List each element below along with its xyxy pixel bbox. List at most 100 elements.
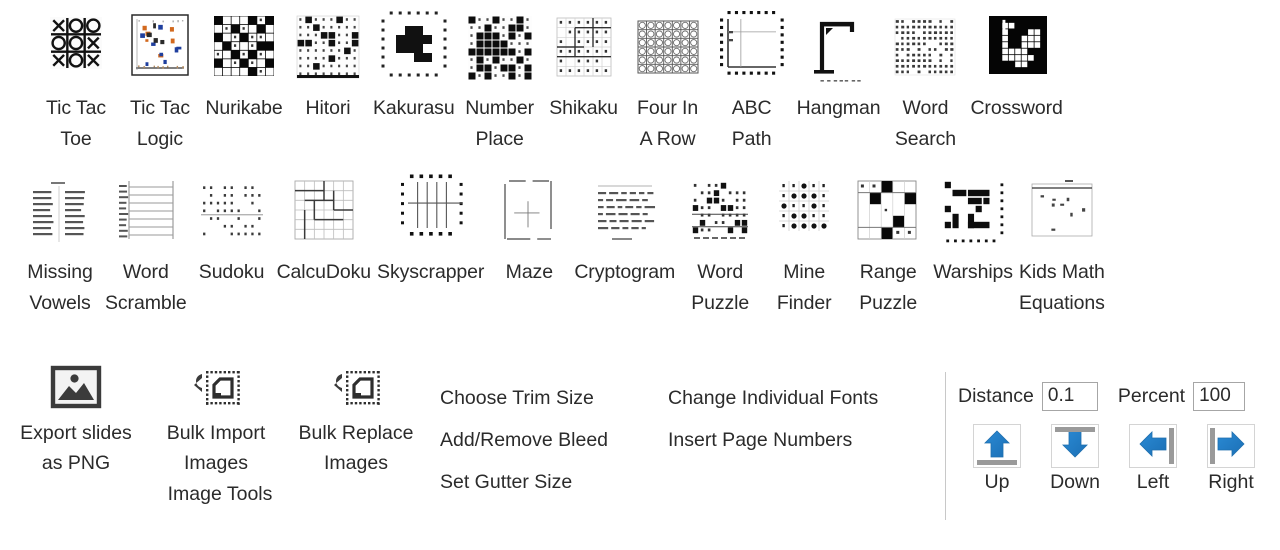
puzzle-item-word-puzzle[interactable]: Word Puzzle [678, 172, 762, 319]
puzzle-item-maze[interactable]: Maze [487, 172, 571, 288]
puzzle-item-hangman[interactable]: Hangman [794, 8, 884, 124]
puzzle-item-number-place[interactable]: Number Place [458, 8, 542, 155]
percent-input[interactable] [1193, 381, 1246, 411]
kids-math-equations-thumb [1022, 172, 1101, 252]
puzzle-item-crossword[interactable]: Crossword [967, 8, 1065, 124]
percent-label: Percent [1117, 384, 1186, 407]
nudge-arrow-label: Down [1050, 471, 1100, 493]
puzzle-item-label: Number Place [465, 97, 534, 150]
puzzle-item-label: Word Scramble [105, 261, 187, 314]
button-edge-bar [977, 460, 1017, 465]
calcudoku-thumb [284, 172, 363, 252]
four-in-a-row-thumb [628, 8, 707, 88]
puzzle-item-shikaku[interactable]: Shikaku [542, 8, 626, 124]
puzzle-item-missing-vowels[interactable]: Missing Vowels [18, 172, 102, 319]
puzzle-item-warships[interactable]: Warships [930, 172, 1016, 288]
puzzle-item-abc-path[interactable]: ABC Path [710, 8, 794, 155]
tool-button-label: Export slides as PNG [20, 422, 132, 474]
puzzle-item-label: Warships [933, 261, 1013, 283]
sudoku-thumb [192, 172, 271, 252]
nurikabe-thumb [205, 8, 283, 88]
image-tools-group-caption: Image Tools [167, 483, 273, 505]
distance-input[interactable] [1041, 381, 1098, 411]
cryptogram-thumb [585, 172, 664, 252]
hangman-thumb [799, 8, 878, 88]
arrow-down-button[interactable] [1051, 424, 1099, 468]
puzzle-item-kids-math-equations[interactable]: Kids Math Equations [1016, 172, 1108, 319]
nudge-arrow-label: Left [1136, 471, 1170, 493]
page-setup-command-column: Choose Trim Size Add/Remove Bleed Set Gutt… [440, 377, 608, 503]
puzzle-item-word-search[interactable]: Word Search [883, 8, 967, 155]
puzzle-item-nurikabe[interactable]: Nurikabe [202, 8, 286, 124]
puzzle-item-label: Mine Finder [776, 261, 832, 314]
puzzle-item-label: Range Puzzle [859, 261, 918, 314]
tool-button-bulk-import[interactable]: Bulk Import Images [146, 360, 286, 478]
text-command-column: Change Individual Fonts Insert Page Numbe… [668, 377, 878, 461]
nudge-arrow-buttons: Up Down Left Right [952, 424, 1272, 494]
button-edge-bar [1210, 428, 1215, 464]
tool-button-picture[interactable]: Export slides as PNG [6, 360, 146, 478]
command-change-individual-fonts[interactable]: Change Individual Fonts [668, 377, 878, 419]
bulk-import-icon [185, 360, 247, 414]
puzzle-item-tic-tac-logic[interactable]: Tic Tac Logic [118, 8, 202, 155]
nudge-panel: Distance Percent Up Down Left Right [952, 374, 1272, 494]
puzzle-gallery-row-1: Tic Tac Toe Tic Tac Logic Nurikabe Hitori Ka… [34, 8, 1066, 155]
arrow-up-button[interactable] [973, 424, 1021, 468]
word-puzzle-thumb [681, 172, 760, 252]
puzzle-item-kakurasu[interactable]: Kakurasu [370, 8, 458, 124]
tic-tac-toe-thumb [37, 8, 115, 88]
nudge-down-control: Down [1036, 424, 1114, 494]
puzzle-item-label: Skyscrapper [377, 261, 485, 283]
puzzle-gallery-row-2: Missing Vowels Word Scramble Sudoku CalcuDo… [18, 172, 1108, 319]
puzzle-item-label: Word Search [894, 97, 957, 150]
distance-label: Distance [958, 384, 1034, 407]
command-choose-trim-size[interactable]: Choose Trim Size [440, 377, 608, 419]
puzzle-item-word-scramble[interactable]: Word Scramble [102, 172, 190, 319]
warships-thumb [934, 172, 1013, 252]
range-puzzle-thumb [849, 172, 928, 252]
hitori-thumb [289, 8, 367, 88]
puzzle-item-four-in-a-row[interactable]: Four In A Row [626, 8, 710, 155]
arrow-left-button[interactable] [1129, 424, 1177, 468]
puzzle-item-skyscrapper[interactable]: Skyscrapper [374, 172, 487, 288]
abc-path-thumb [712, 8, 791, 88]
command-set-gutter-size[interactable]: Set Gutter Size [440, 461, 608, 503]
puzzle-item-label: Kakurasu [373, 97, 455, 119]
image-tools-buttons: Export slides as PNG Bulk Import Images Bu… [6, 360, 434, 478]
puzzle-item-label: Cryptogram [574, 261, 676, 283]
vertical-divider [945, 372, 946, 520]
puzzle-item-label: Hitori [305, 97, 351, 119]
button-edge-bar [1055, 427, 1095, 432]
mine-finder-thumb [765, 172, 844, 252]
puzzle-item-range-puzzle[interactable]: Range Puzzle [846, 172, 930, 319]
word-scramble-thumb [106, 172, 185, 252]
puzzle-item-hitori[interactable]: Hitori [286, 8, 370, 124]
arrow-down-icon [1060, 429, 1090, 464]
puzzle-item-sudoku[interactable]: Sudoku [190, 172, 274, 288]
arrow-right-icon [1216, 429, 1246, 464]
puzzle-item-mine-finder[interactable]: Mine Finder [762, 172, 846, 319]
puzzle-item-label: Shikaku [549, 97, 618, 119]
puzzle-item-cryptogram[interactable]: Cryptogram [571, 172, 678, 288]
nudge-arrow-label: Right [1208, 471, 1254, 493]
puzzle-item-label: Tic Tac Logic [130, 97, 190, 150]
puzzle-item-calcudoku[interactable]: CalcuDoku [274, 172, 374, 288]
nudge-left-control: Left [1114, 424, 1192, 494]
puzzle-item-label: Tic Tac Toe [46, 97, 106, 150]
puzzle-item-label: Sudoku [198, 261, 265, 283]
kakurasu-thumb [374, 8, 453, 88]
command-insert-page-numbers[interactable]: Insert Page Numbers [668, 419, 878, 461]
tool-button-label: Bulk Replace Images [298, 422, 414, 474]
puzzle-item-label: ABC Path [731, 97, 772, 150]
maze-thumb [490, 172, 569, 252]
puzzle-item-label: Crossword [970, 97, 1063, 119]
arrow-left-icon [1138, 429, 1168, 464]
puzzle-item-tic-tac-toe[interactable]: Tic Tac Toe [34, 8, 118, 155]
picture-icon [45, 360, 107, 414]
tool-button-bulk-replace[interactable]: Bulk Replace Images [286, 360, 426, 478]
arrow-up-icon [982, 429, 1012, 464]
crossword-thumb [977, 8, 1056, 88]
command-add-remove-bleed[interactable]: Add/Remove Bleed [440, 419, 608, 461]
arrow-right-button[interactable] [1207, 424, 1255, 468]
puzzle-item-label: Word Puzzle [691, 261, 750, 314]
